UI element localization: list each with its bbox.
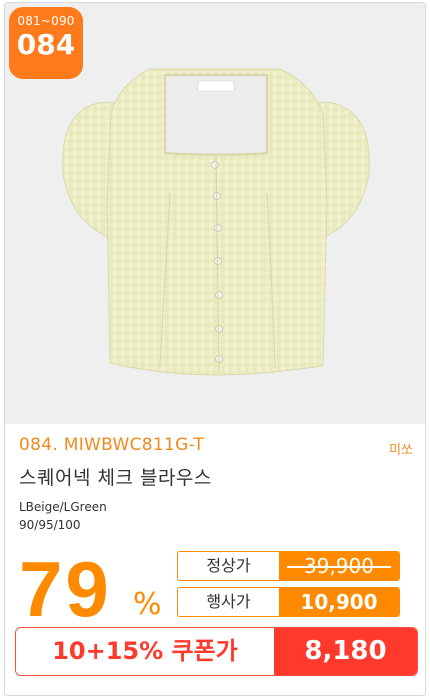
- coupon-price-label: 10+15% 쿠폰가: [16, 628, 274, 675]
- sale-price-label: 행사가: [178, 588, 279, 616]
- sale-price-box: 행사가 10,900: [177, 587, 400, 617]
- regular-price-value: 39,900: [279, 552, 399, 580]
- product-name[interactable]: 스퀘어넥 체크 블라우스: [19, 463, 212, 490]
- product-color: LBeige/LGreen: [19, 500, 107, 514]
- brand-name[interactable]: 미쏘: [389, 439, 413, 458]
- coupon-price-box[interactable]: 10+15% 쿠폰가 8,180: [15, 627, 418, 676]
- regular-price-label: 정상가: [178, 552, 279, 580]
- product-number-badge: 081~090 084: [9, 7, 83, 79]
- sale-price-value: 10,900: [279, 588, 399, 616]
- product-number: 084: [16, 28, 76, 61]
- product-sizes: 90/95/100: [19, 518, 81, 532]
- product-code: 084. MIWBWC811G-T: [19, 435, 205, 455]
- number-range-label: 081~090: [17, 14, 75, 28]
- discount-rate: 79: [19, 545, 112, 633]
- coupon-price-value: 8,180: [274, 628, 417, 675]
- strikethrough-line: [287, 566, 391, 568]
- product-card[interactable]: 081~090 084 084. MIWBWC811G-T 미쏘 스퀘어넥 체크…: [4, 2, 426, 696]
- product-image[interactable]: 081~090 084: [5, 3, 425, 424]
- discount-percent-sign: %: [133, 587, 162, 622]
- regular-price-box: 정상가 39,900: [177, 551, 400, 581]
